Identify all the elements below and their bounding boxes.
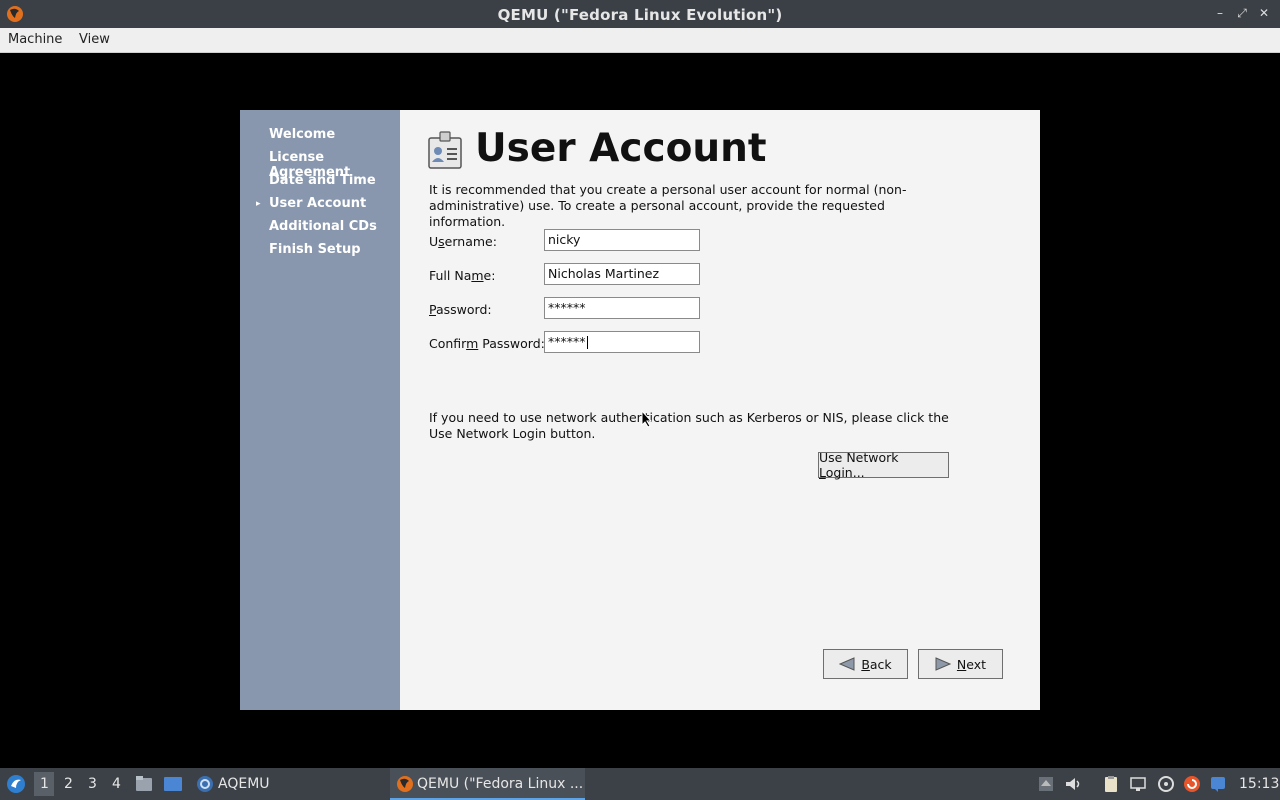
workspace-4[interactable]: 4 [112, 776, 121, 792]
confirm-password-label: Confirm Password: [429, 336, 545, 351]
username-label: Username: [429, 234, 497, 249]
updates-icon[interactable] [1183, 775, 1201, 793]
fullname-input[interactable]: Nicholas Martinez [544, 263, 700, 285]
clipboard-icon[interactable] [1102, 775, 1120, 793]
installer-sidebar: Welcome License Agreement Date and Time … [240, 110, 400, 710]
show-desktop-icon[interactable] [163, 775, 183, 793]
maximize-icon[interactable]: ⤢ [1234, 5, 1250, 21]
network-icon[interactable] [1129, 775, 1147, 793]
step-date-and-time: Date and Time [269, 173, 376, 188]
current-step-arrow-icon: ▸ [256, 199, 261, 209]
password-label: Password: [429, 302, 492, 317]
sync-icon[interactable] [1157, 775, 1175, 793]
taskbar: 1 2 3 4 AQEMU QEMU ("Fedora Linux ... 15… [0, 768, 1280, 800]
username-input[interactable]: nicky [544, 229, 700, 251]
qemu-task-icon [397, 776, 413, 792]
text-caret [586, 336, 588, 349]
step-finish-setup: Finish Setup [269, 242, 361, 257]
eject-icon[interactable] [1037, 775, 1055, 793]
workspace-3[interactable]: 3 [88, 776, 97, 792]
back-button[interactable]: Back [823, 649, 908, 679]
page-title: User Account [475, 126, 767, 171]
description-text: It is recommended that you create a pers… [429, 182, 907, 229]
menu-machine[interactable]: Machine [8, 32, 62, 47]
back-arrow-icon [839, 657, 855, 671]
step-additional-cds: Additional CDs [269, 219, 377, 234]
fullname-label: Full Name: [429, 268, 496, 283]
user-account-icon [428, 131, 462, 169]
use-network-login-button[interactable]: Use Network Login... [818, 450, 949, 480]
window-titlebar: QEMU ("Fedora Linux Evolution") – ⤢ ✕ [0, 0, 1280, 28]
menubar: Machine View [0, 28, 1280, 53]
volume-icon[interactable] [1064, 775, 1082, 793]
next-button[interactable]: Next [918, 649, 1003, 679]
vm-screen[interactable]: Welcome License Agreement Date and Time … [240, 110, 1040, 710]
mouse-cursor-icon [641, 410, 653, 428]
task-aqemu[interactable]: AQEMU [218, 776, 270, 792]
clock[interactable]: 15:13 [1239, 776, 1279, 792]
confirm-password-input[interactable]: ****** [544, 331, 700, 353]
menu-view[interactable]: View [79, 32, 110, 47]
aqemu-icon [197, 776, 213, 792]
minimize-icon[interactable]: – [1212, 5, 1228, 21]
close-icon[interactable]: ✕ [1256, 5, 1272, 21]
file-manager-icon[interactable] [135, 775, 153, 793]
password-input[interactable]: ****** [544, 297, 700, 319]
task-qemu-label: QEMU ("Fedora Linux ... [417, 776, 584, 792]
step-user-account: User Account [269, 196, 367, 211]
network-login-text: If you need to use network authenticatio… [429, 410, 949, 441]
window-title: QEMU ("Fedora Linux Evolution") [497, 6, 783, 24]
start-menu-icon[interactable] [6, 774, 26, 794]
workspace-1[interactable]: 1 [40, 776, 49, 792]
next-arrow-icon [935, 657, 951, 671]
notifications-icon[interactable] [1209, 775, 1227, 793]
step-welcome: Welcome [269, 127, 336, 142]
workspace-2[interactable]: 2 [64, 776, 73, 792]
installer-content: User Account It is recommended that you … [400, 110, 1040, 710]
